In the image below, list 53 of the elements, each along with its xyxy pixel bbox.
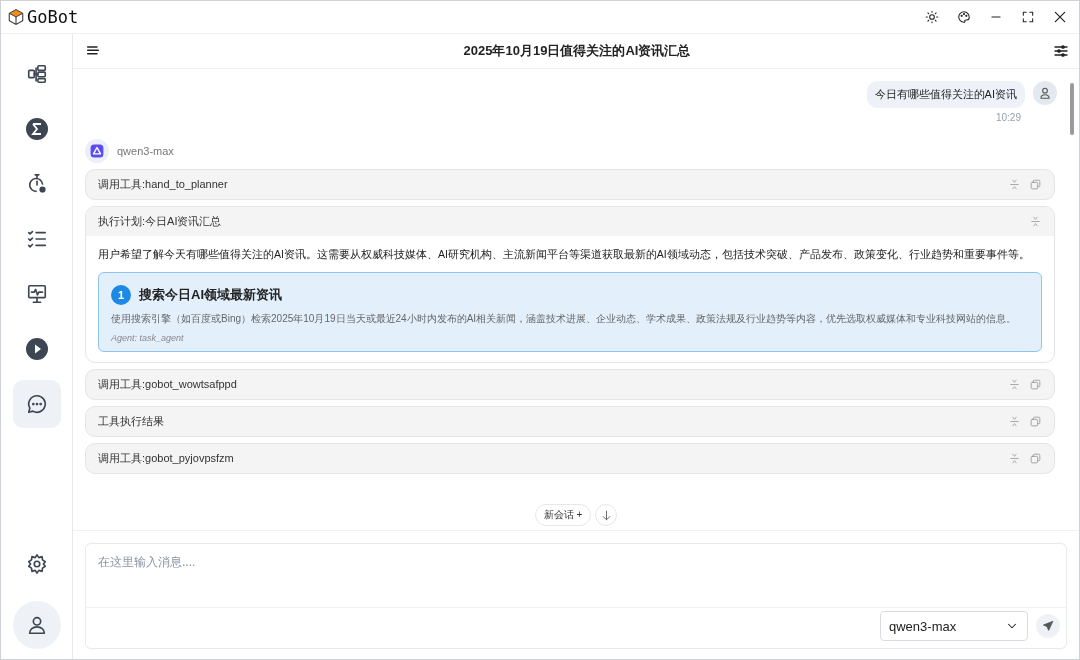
- plan-title: 执行计划:今日AI资讯汇总: [98, 214, 223, 229]
- model-name: qwen3-max: [117, 145, 174, 157]
- collapse-icon: [1008, 415, 1021, 428]
- user-icon: [1038, 86, 1052, 100]
- tool-call-panel[interactable]: 调用工具:hand_to_planner: [85, 169, 1055, 200]
- sigma-icon: [24, 117, 49, 141]
- send-button[interactable]: [1036, 614, 1060, 638]
- new-chat-button[interactable]: 新会话 +: [534, 504, 592, 526]
- tool-call-panel[interactable]: 调用工具:gobot_pyjovpsfzm: [85, 443, 1055, 474]
- checklist-icon: [25, 228, 48, 250]
- app-title: GoBot: [27, 7, 79, 27]
- user-message: 今日有哪些值得关注的AI资讯: [866, 81, 1025, 108]
- message-composer[interactable]: 在这里输入消息.... qwen3-max: [85, 543, 1067, 649]
- step-number: 1: [111, 285, 131, 305]
- step-title: 搜索今日AI领域最新资讯: [139, 286, 282, 304]
- sidebar-item[interactable]: [12, 380, 61, 428]
- settings-icon: [25, 553, 48, 575]
- close-icon: [1052, 9, 1068, 25]
- copy-icon: [1029, 415, 1042, 428]
- sliders-icon: [1053, 43, 1069, 59]
- hierarchy-icon: [25, 63, 48, 85]
- logo-icon: [7, 8, 25, 26]
- chat-title: 2025年10月19日值得关注的AI资讯汇总: [462, 42, 692, 60]
- collapse-icon: [1008, 452, 1021, 465]
- collapse-icon: [1008, 178, 1021, 191]
- tool-call-title: 工具执行结果: [98, 414, 165, 429]
- sun-icon: [925, 10, 939, 24]
- send-icon: [1042, 620, 1054, 632]
- copy-icon: [1029, 178, 1042, 191]
- palette-icon: [957, 10, 971, 24]
- copy-icon: [1029, 378, 1042, 391]
- maximize-icon: [1021, 10, 1035, 24]
- user-avatar[interactable]: [12, 601, 61, 649]
- tool-call-title: 调用工具:hand_to_planner: [98, 177, 229, 192]
- message-input[interactable]: 在这里输入消息....: [86, 544, 1066, 608]
- settings-sliders-button[interactable]: [1053, 43, 1069, 59]
- step-agent: Agent: task_agent: [111, 333, 185, 343]
- monitor-icon: [25, 283, 48, 305]
- collapse-icon: [1029, 215, 1042, 228]
- triangle-icon: [90, 144, 104, 158]
- copy-icon: [1029, 452, 1042, 465]
- tool-call-title: 调用工具:gobot_wowtsafppd: [98, 377, 238, 392]
- play-icon: [24, 337, 49, 361]
- chat-icon: [25, 393, 48, 415]
- step-description: 使用搜索引擎（如百度或Bing）检索2025年10月19日当天或最近24小时内发布的AI相关新闻，涵盖技术进展、企业动态、学术成果、政策法规及行业趋势等内容，优先选取权威媒体和专业科技网站的信息。: [111, 312, 1018, 326]
- scroll-down-button[interactable]: [595, 504, 618, 526]
- tool-call-panel[interactable]: 工具执行结果: [85, 406, 1055, 437]
- collapse-icon: [1008, 378, 1021, 391]
- model-select[interactable]: qwen3-max: [880, 611, 1028, 641]
- tool-call-panel[interactable]: 调用工具:gobot_wowtsafppd: [85, 369, 1055, 400]
- tool-call-title: 调用工具:gobot_pyjovpsfzm: [98, 451, 235, 466]
- plan-summary: 用户希望了解今天有哪些值得关注的AI资讯。这需要从权威科技媒体、AI研究机构、主流新闻平台等渠道获取最新的AI领域动态，包括技术突破、产品发布、政策变化、行业趋势和重要事件等。: [98, 247, 1031, 262]
- message-time: 10:29: [995, 112, 1021, 123]
